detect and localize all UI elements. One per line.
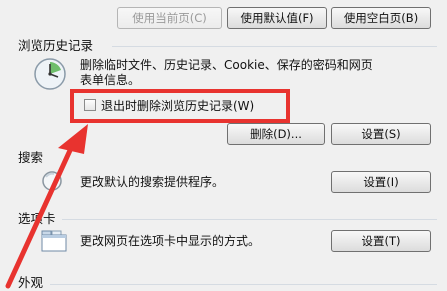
annotation-arrow-icon <box>5 124 88 289</box>
